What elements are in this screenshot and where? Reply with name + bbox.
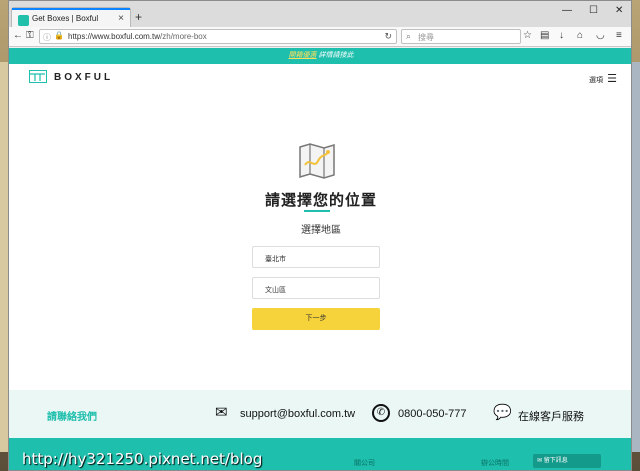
boxful-favicon-icon [18, 15, 29, 26]
contact-bar: 請聯絡我們 ✉ support@boxful.com.tw ✆ 0800-050… [9, 390, 631, 438]
home-icon[interactable]: ⌂ [577, 30, 583, 41]
tab-close-icon[interactable]: × [118, 13, 124, 24]
new-tab-button[interactable]: + [135, 10, 142, 24]
url-path: /zh/more-box [160, 32, 207, 41]
page-content: 開箱優惠 詳情請接此 BOXFUL 選項 ☰ 請選擇您的位置 選擇地區 臺北市 … [9, 48, 631, 470]
city-value: 臺北市 [265, 256, 286, 263]
logo-text[interactable]: BOXFUL [54, 72, 113, 83]
lock-icon: 🔒 [54, 31, 64, 40]
hamburger-menu-icon[interactable]: ☰ [607, 72, 617, 85]
contact-chat[interactable]: 在線客戶服務 [518, 408, 584, 424]
key-icon[interactable]: ⚿ [26, 30, 34, 41]
minimize-button[interactable]: — [562, 5, 572, 16]
tab-accent [12, 8, 130, 10]
title-underline [304, 210, 330, 212]
browser-menu-icon[interactable]: ≡ [616, 30, 622, 41]
footer-hours: 辦公時間 [481, 460, 509, 467]
promo-banner: 開箱優惠 詳情請接此 [9, 48, 631, 64]
next-step-button[interactable]: 下一步 [252, 308, 380, 330]
leave-message-label: 留下訊息 [543, 458, 568, 464]
bookmark-star-icon[interactable]: ☆ [523, 30, 532, 41]
search-bar[interactable]: ⌕ 搜尋 [401, 29, 521, 44]
contact-label: 請聯絡我們 [47, 412, 97, 423]
back-arrow-icon[interactable]: ← [13, 30, 23, 41]
map-icon [299, 143, 335, 179]
contact-phone[interactable]: 0800-050-777 [398, 408, 467, 420]
city-select[interactable]: 臺北市 [252, 246, 380, 268]
tab-title: Get Boxes | Boxful [32, 14, 99, 23]
promo-link[interactable]: 開箱優惠 [289, 52, 317, 59]
reading-list-icon[interactable]: ▤ [540, 30, 549, 41]
page-subtitle: 選擇地區 [301, 225, 341, 236]
site-header: BOXFUL 選項 ☰ [9, 64, 631, 94]
leave-message-button[interactable]: ✉ 留下訊息 [533, 454, 601, 468]
browser-window: Get Boxes | Boxful × + — ☐ ✕ ← ⚿ ⓘ 🔒 htt… [8, 0, 632, 471]
pocket-icon[interactable]: ◡ [596, 30, 605, 41]
promo-text: 詳情請接此 [316, 52, 354, 59]
search-placeholder: 搜尋 [418, 33, 434, 42]
download-icon[interactable]: ↓ [559, 30, 564, 41]
blog-watermark: http://hy321250.pixnet.net/blog [22, 450, 263, 468]
contact-email[interactable]: support@boxful.com.tw [240, 408, 355, 420]
menu-label[interactable]: 選項 [589, 75, 603, 85]
reload-icon[interactable]: ↻ [384, 31, 392, 42]
page-title: 請選擇您的位置 [264, 192, 377, 209]
district-value: 文山區 [265, 287, 286, 294]
search-icon: ⌕ [406, 31, 412, 41]
nav-bar: ← ⚿ ⓘ 🔒 https://www.boxful.com.tw/zh/mor… [9, 27, 631, 47]
envelope-icon: ✉ [215, 404, 228, 421]
footer-company[interactable]: 關公司 [354, 458, 375, 468]
desktop-right-edge [631, 62, 640, 452]
box-logo-icon[interactable] [29, 70, 47, 83]
phone-icon: ✆ [372, 404, 390, 422]
info-icon[interactable]: ⓘ [43, 32, 51, 43]
url-text: https://www.boxful.com.tw/zh/more-box [68, 32, 207, 41]
district-select[interactable]: 文山區 [252, 277, 380, 299]
maximize-button[interactable]: ☐ [589, 5, 598, 16]
url-host: https://www.boxful.com.tw [68, 32, 161, 41]
chat-bubble-icon: 💬 [493, 404, 512, 421]
close-window-button[interactable]: ✕ [615, 5, 623, 16]
address-bar[interactable]: ⓘ 🔒 https://www.boxful.com.tw/zh/more-bo… [39, 29, 397, 44]
